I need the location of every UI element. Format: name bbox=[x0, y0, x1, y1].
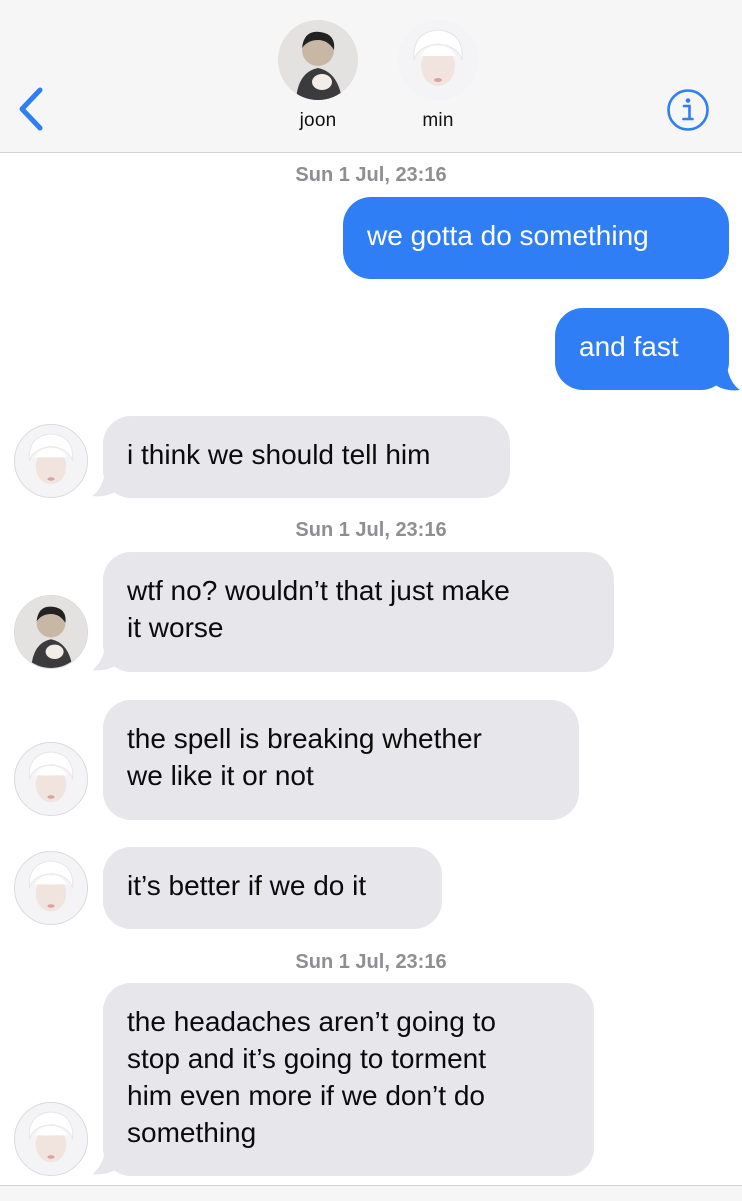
message-text: i think we should tell him bbox=[127, 439, 431, 470]
contact-name: min bbox=[422, 110, 454, 131]
timestamp-day: Sun 1 Jul, bbox=[295, 519, 390, 541]
timestamp-day: Sun 1 Jul, bbox=[295, 164, 390, 186]
bubble-tail bbox=[92, 466, 120, 497]
message-line: it worse bbox=[127, 612, 224, 643]
info-icon[interactable] bbox=[666, 88, 710, 132]
avatar-min-icon bbox=[398, 20, 478, 100]
bubble-tail bbox=[92, 640, 120, 671]
timestamp: Sun 1 Jul, 23:16 bbox=[0, 519, 742, 542]
timestamp-time: 23:16 bbox=[395, 951, 447, 973]
message-line: we like it or not bbox=[127, 760, 314, 791]
sender-avatar-min-icon bbox=[14, 742, 88, 816]
sender-avatar-min-icon bbox=[14, 851, 88, 925]
input-bar-edge bbox=[0, 1185, 742, 1201]
bubble-tail bbox=[712, 360, 740, 391]
sender-avatar-min-icon bbox=[14, 1102, 88, 1176]
timestamp-time: 23:16 bbox=[395, 164, 447, 186]
sender-avatar-joon-icon bbox=[14, 595, 88, 669]
conversation-header: joon min bbox=[0, 0, 742, 153]
message-line: him even more if we don’t do bbox=[127, 1080, 485, 1111]
message-line: wtf no? wouldn’t that just make bbox=[127, 575, 510, 606]
sender-avatar-min-icon bbox=[14, 424, 88, 498]
timestamp: Sun 1 Jul, 23:16 bbox=[0, 164, 742, 187]
contact-min[interactable]: min bbox=[393, 20, 483, 132]
message-line: the headaches aren’t going to bbox=[127, 1006, 496, 1037]
message-bubble-incoming[interactable]: the spell is breaking whether we like it… bbox=[103, 700, 579, 820]
message-line: something bbox=[127, 1117, 257, 1148]
contact-joon[interactable]: joon bbox=[273, 20, 363, 132]
message-bubble-incoming[interactable]: wtf no? wouldn’t that just make it worse bbox=[103, 552, 614, 672]
timestamp: Sun 1 Jul, 23:16 bbox=[0, 951, 742, 974]
timestamp-day: Sun 1 Jul, bbox=[295, 951, 390, 973]
message-text: we gotta do something bbox=[367, 220, 649, 251]
bubble-tail bbox=[92, 1144, 120, 1175]
chevron-left-icon[interactable] bbox=[14, 84, 50, 134]
message-bubble-outgoing[interactable]: and fast bbox=[555, 308, 729, 390]
message-bubble-outgoing[interactable]: we gotta do something bbox=[343, 197, 729, 279]
avatar-joon-icon bbox=[278, 20, 358, 100]
message-text: and fast bbox=[579, 331, 679, 362]
timestamp-time: 23:16 bbox=[395, 519, 447, 541]
message-line: stop and it’s going to torment bbox=[127, 1043, 487, 1074]
message-line: the spell is breaking whether bbox=[127, 723, 482, 754]
message-bubble-incoming[interactable]: i think we should tell him bbox=[103, 416, 510, 498]
message-bubble-incoming[interactable]: the headaches aren’t going to stop and i… bbox=[103, 983, 594, 1176]
message-text: it’s better if we do it bbox=[127, 870, 367, 901]
message-bubble-incoming[interactable]: it’s better if we do it bbox=[103, 847, 442, 929]
contact-name: joon bbox=[299, 110, 337, 131]
